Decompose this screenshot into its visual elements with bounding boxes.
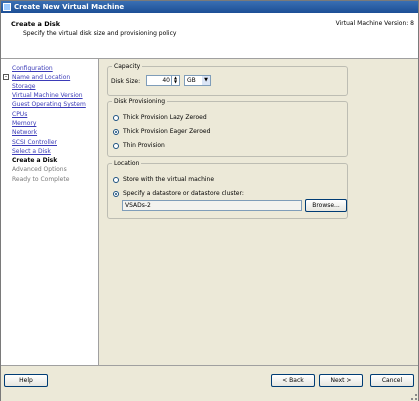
disk-size-label: Disk Size: — [111, 78, 141, 85]
unit-value: GB — [187, 77, 196, 84]
capacity-title: Capacity — [112, 63, 143, 70]
browse-button[interactable]: Browse... — [305, 199, 347, 212]
nav-item-storage[interactable]: Storage — [12, 83, 35, 90]
nav-item-create-disk: Create a Disk — [12, 157, 58, 164]
location-group: Location Store with the virtual machine … — [107, 160, 348, 219]
radio-label-specify-datastore[interactable]: Specify a datastore or datastore cluster… — [123, 190, 244, 197]
provisioning-title: Disk Provisioning — [112, 98, 168, 105]
disk-size-value: 40 — [162, 77, 170, 84]
step-title: Create a Disk — [11, 20, 61, 28]
resize-grip-icon[interactable] — [411, 394, 417, 400]
datastore-value: VSADs-2 — [125, 202, 151, 209]
title-bar[interactable]: Create New Virtual Machine — [1, 1, 418, 13]
wizard-header: Create a Disk Specify the virtual disk s… — [1, 13, 418, 59]
help-button[interactable]: Help — [4, 374, 48, 387]
wizard-footer: Help < Back Next > Cancel — [1, 365, 418, 401]
radio-lazy-zeroed[interactable] — [113, 115, 119, 121]
nav-item-guest-os[interactable]: Guest Operating System — [12, 101, 86, 108]
back-button[interactable]: < Back — [271, 374, 315, 387]
wizard-window: Create New Virtual Machine Create a Disk… — [0, 0, 419, 401]
unit-select[interactable]: GB ▼ — [184, 75, 211, 86]
tree-collapse-icon[interactable]: – — [3, 74, 9, 80]
radio-eager-zeroed[interactable] — [113, 129, 119, 135]
nav-item-advanced-options: Advanced Options — [12, 166, 67, 173]
location-title: Location — [112, 160, 142, 167]
nav-item-name-location[interactable]: Name and Location — [12, 74, 70, 81]
next-button[interactable]: Next > — [319, 374, 363, 387]
radio-label-eager-zeroed[interactable]: Thick Provision Eager Zeroed — [123, 128, 210, 135]
vm-app-icon — [3, 3, 11, 11]
vm-version-label: Virtual Machine Version: 8 — [335, 20, 414, 27]
radio-label-thin-provision[interactable]: Thin Provision — [123, 142, 165, 149]
disk-size-field[interactable]: 40 ▲ ▼ — [146, 75, 180, 86]
nav-item-configuration[interactable]: Configuration — [12, 65, 53, 72]
provisioning-group: Disk Provisioning Thick Provision Lazy Z… — [107, 98, 348, 157]
radio-store-with-vm[interactable] — [113, 177, 119, 183]
cancel-button[interactable]: Cancel — [370, 374, 414, 387]
datastore-field[interactable]: VSADs-2 — [122, 200, 302, 211]
nav-item-network[interactable]: Network — [12, 129, 37, 136]
content-pane: Capacity Disk Size: 40 ▲ ▼ GB ▼ Disk Prov… — [99, 59, 418, 365]
stepper-icon[interactable]: ▲ ▼ — [171, 76, 179, 85]
nav-item-memory[interactable]: Memory — [12, 120, 36, 127]
wizard-nav: Configuration – Name and Location Storag… — [1, 59, 99, 365]
nav-item-cpus[interactable]: CPUs — [12, 111, 27, 118]
nav-item-ready-complete: Ready to Complete — [12, 176, 70, 183]
radio-label-lazy-zeroed[interactable]: Thick Provision Lazy Zeroed — [123, 114, 207, 121]
step-subtitle: Specify the virtual disk size and provis… — [23, 30, 177, 37]
nav-item-select-disk[interactable]: Select a Disk — [12, 148, 51, 155]
nav-item-vm-version[interactable]: Virtual Machine Version — [12, 92, 83, 99]
radio-thin-provision[interactable] — [113, 143, 119, 149]
nav-item-scsi-controller[interactable]: SCSI Controller — [12, 139, 57, 146]
radio-label-store-with-vm[interactable]: Store with the virtual machine — [123, 176, 214, 183]
capacity-group: Capacity Disk Size: 40 ▲ ▼ GB ▼ — [107, 63, 348, 96]
chevron-down-icon[interactable]: ▼ — [202, 76, 210, 85]
radio-specify-datastore[interactable] — [113, 191, 119, 197]
window-title: Create New Virtual Machine — [14, 3, 125, 11]
